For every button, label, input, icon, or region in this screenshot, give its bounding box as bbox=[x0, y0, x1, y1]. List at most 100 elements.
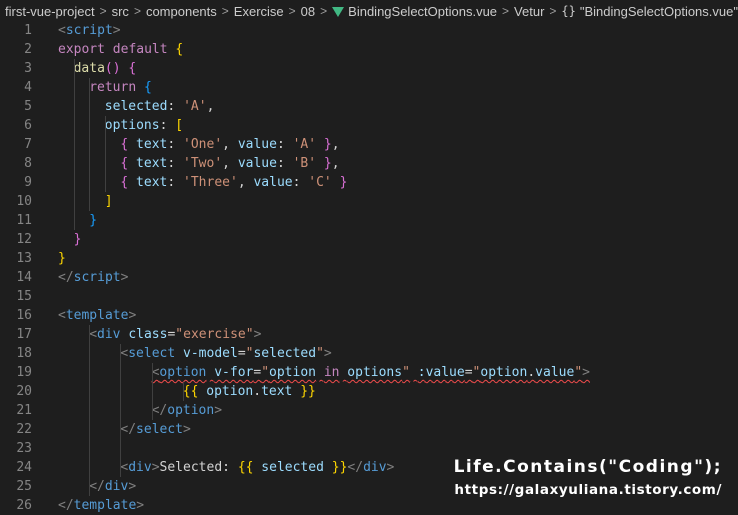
line-number: 14 bbox=[16, 270, 32, 285]
code-line[interactable]: 7 { text: 'One', value: 'A' }, bbox=[0, 135, 738, 154]
code-token: , bbox=[206, 99, 215, 114]
code-line[interactable]: 4 return { bbox=[0, 78, 738, 97]
code-token: < bbox=[58, 23, 66, 38]
code-line[interactable]: 15 bbox=[0, 287, 738, 306]
breadcrumb-vetur[interactable]: Vetur bbox=[514, 4, 544, 19]
code-token: options bbox=[347, 365, 403, 380]
line-number: 16 bbox=[16, 308, 32, 323]
code-line[interactable]: 9 { text: 'Three', value: 'C' } bbox=[0, 173, 738, 192]
breadcrumb-separator: > bbox=[221, 4, 229, 18]
code-token: template bbox=[65, 308, 129, 323]
line-number: 11 bbox=[16, 213, 32, 228]
code-token: > bbox=[120, 270, 129, 285]
code-line[interactable]: 16 <template> bbox=[0, 306, 738, 325]
line-number: 9 bbox=[24, 175, 32, 190]
indent-guide bbox=[89, 325, 91, 496]
code-token: div bbox=[97, 327, 121, 342]
code-token: . bbox=[253, 384, 262, 399]
code-line[interactable]: 18 <select v-model="selected"> bbox=[0, 344, 738, 363]
breadcrumb-folder-components[interactable]: components bbox=[146, 4, 217, 19]
code-content: data() { bbox=[74, 61, 137, 76]
code-text: {{ option.text }} bbox=[183, 382, 316, 401]
code-token: selected bbox=[261, 460, 324, 475]
line-number: 18 bbox=[16, 346, 32, 361]
code-line[interactable]: 8 { text: 'Two', value: 'B' }, bbox=[0, 154, 738, 173]
code-token: 'C' bbox=[308, 175, 332, 190]
breadcrumb-separator: > bbox=[99, 4, 107, 18]
code-line[interactable]: 21 </option> bbox=[0, 401, 738, 420]
code-line[interactable]: 3 data() { bbox=[0, 59, 738, 78]
code-content: {{ option.text }} bbox=[183, 384, 316, 399]
code-content: <div>Selected: {{ selected }}</div> bbox=[120, 460, 394, 475]
code-text: <select v-model="selected"> bbox=[120, 344, 331, 363]
code-text: return { bbox=[89, 78, 152, 97]
code-token: = bbox=[253, 365, 262, 380]
code-token: > bbox=[386, 460, 395, 475]
code-token: = bbox=[237, 346, 246, 361]
code-line[interactable]: 1 <script> bbox=[0, 21, 738, 40]
code-token: , bbox=[222, 156, 238, 171]
code-token: text bbox=[136, 137, 168, 152]
code-line[interactable]: 19 <option v-for="option in options" :val… bbox=[0, 363, 738, 382]
code-token: option bbox=[269, 365, 316, 380]
code-token: </ bbox=[58, 498, 74, 513]
line-number: 10 bbox=[16, 194, 32, 209]
error-squiggle[interactable]: <option v-for="option in options" :value… bbox=[152, 365, 590, 380]
code-line[interactable]: 14 </script> bbox=[0, 268, 738, 287]
code-token: option bbox=[159, 365, 207, 380]
code-token: " bbox=[574, 365, 583, 380]
line-number: 24 bbox=[16, 460, 32, 475]
code-token: : bbox=[276, 156, 293, 171]
breadcrumb-folder-exercise[interactable]: Exercise bbox=[234, 4, 284, 19]
code-line[interactable]: 10] bbox=[0, 192, 738, 211]
code-token: text bbox=[136, 175, 168, 190]
code-token: class bbox=[128, 327, 168, 342]
code-text: <script> bbox=[58, 21, 121, 40]
code-text: } bbox=[58, 249, 66, 268]
line-number: 26 bbox=[16, 498, 32, 513]
code-content: options: [ bbox=[105, 118, 183, 133]
breadcrumb-folder-08[interactable]: 08 bbox=[301, 4, 315, 19]
code-content: </select> bbox=[120, 422, 190, 437]
breadcrumb-symbol[interactable]: {} "BindingSelectOptions.vue" bbox=[561, 4, 738, 19]
code-line[interactable]: 2 export default { bbox=[0, 40, 738, 59]
code-text: data() { bbox=[74, 59, 137, 78]
code-content: { text: 'Three', value: 'C' } bbox=[120, 175, 347, 190]
code-token: > bbox=[136, 498, 145, 513]
code-line[interactable]: 5 selected: 'A', bbox=[0, 97, 738, 116]
code-text: { text: 'Three', value: 'C' } bbox=[120, 173, 347, 192]
code-text: <div>Selected: {{ selected }}</div> bbox=[120, 458, 394, 477]
code-line[interactable]: 12} bbox=[0, 230, 738, 249]
indent-guide bbox=[104, 116, 106, 192]
code-line[interactable]: 17 <div class="exercise"> bbox=[0, 325, 738, 344]
code-token: v-model bbox=[183, 346, 238, 361]
code-content: <template> bbox=[58, 308, 136, 323]
line-number: 5 bbox=[24, 99, 32, 114]
code-content: <select v-model="selected"> bbox=[120, 346, 331, 361]
code-content: <div class="exercise"> bbox=[89, 327, 261, 342]
breadcrumb-folder-src[interactable]: src bbox=[112, 4, 129, 19]
code-token: > bbox=[253, 327, 262, 342]
line-number: 6 bbox=[24, 118, 32, 133]
code-editor[interactable]: 1 <script> 2 export default { 3 data() { 4 retu… bbox=[0, 21, 738, 513]
code-token: > bbox=[151, 460, 160, 475]
code-line[interactable]: 11} bbox=[0, 211, 738, 230]
code-token: " bbox=[261, 365, 270, 380]
code-token: }} bbox=[331, 460, 348, 475]
breadcrumb-file[interactable]: BindingSelectOptions.vue bbox=[332, 4, 497, 19]
code-line[interactable]: 6 options: [ bbox=[0, 116, 738, 135]
line-number: 3 bbox=[24, 61, 32, 76]
breadcrumb-project[interactable]: first-vue-project bbox=[5, 4, 95, 19]
indent-guide bbox=[182, 382, 184, 401]
code-line[interactable]: 20 {{ option.text }} bbox=[0, 382, 738, 401]
code-content: </option> bbox=[152, 403, 222, 418]
code-text: ] bbox=[105, 192, 113, 211]
code-line[interactable]: 13} bbox=[0, 249, 738, 268]
code-content: export default { bbox=[58, 42, 183, 57]
code-line[interactable]: 22 </select> bbox=[0, 420, 738, 439]
